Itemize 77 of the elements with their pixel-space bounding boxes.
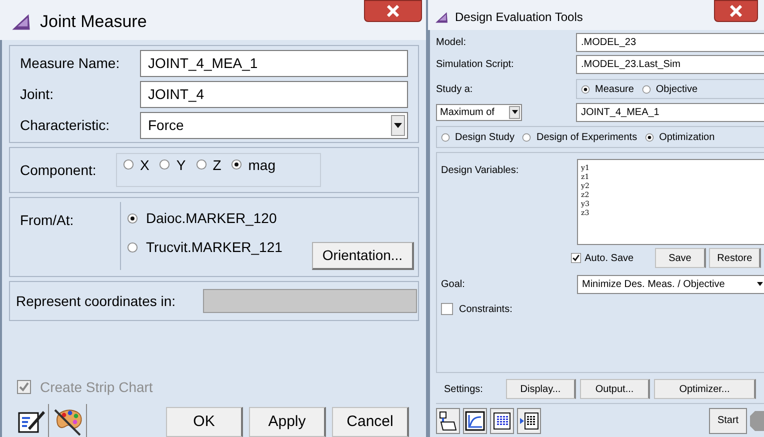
- field-label: Represent coordinates in:: [15, 292, 177, 311]
- stop-sign-icon: [750, 410, 764, 432]
- checkbox[interactable]: [570, 253, 581, 263]
- dialog-button[interactable]: Apply: [249, 407, 326, 437]
- radio-label: Daioc.MARKER_120: [146, 209, 277, 228]
- field-label: Component:: [19, 160, 98, 180]
- radio-button[interactable]: [123, 159, 134, 170]
- field-label: Design Variables:: [440, 164, 520, 178]
- toolbar-button[interactable]: Restore: [709, 248, 762, 268]
- coordinates-field[interactable]: [203, 289, 417, 313]
- radio-label: Design Study: [455, 130, 514, 144]
- field-label: Model:: [436, 36, 468, 50]
- radio-button[interactable]: [642, 84, 651, 94]
- close-button[interactable]: [364, 0, 422, 22]
- curve-plot-icon: [465, 410, 485, 430]
- radio-label: X: [140, 159, 150, 171]
- radio-label: Y: [176, 159, 186, 171]
- settings-button[interactable]: Output...: [580, 379, 650, 399]
- export-button[interactable]: [436, 408, 460, 434]
- dialog-button[interactable]: OK: [166, 407, 243, 437]
- grid-arrow-icon: [519, 412, 539, 430]
- radio-button[interactable]: [522, 132, 532, 142]
- radio-button[interactable]: [645, 132, 654, 142]
- radio-label: Optimization: [659, 130, 715, 144]
- close-icon: [730, 5, 742, 17]
- characteristic-dropdown[interactable]: Force: [140, 112, 408, 138]
- table-arrow-button[interactable]: [517, 408, 541, 434]
- radio-label: mag: [248, 159, 276, 171]
- close-button[interactable]: [714, 0, 758, 22]
- dropdown-arrow-icon: [757, 282, 763, 286]
- folder-arrow-icon: [438, 410, 458, 430]
- orientation-button[interactable]: Orientation...: [312, 242, 414, 270]
- settings-button[interactable]: Optimizer...: [654, 379, 756, 399]
- text-field[interactable]: .MODEL_23: [576, 32, 764, 52]
- radio-label: Objective: [656, 82, 698, 96]
- radio-button[interactable]: [441, 132, 450, 142]
- dropdown-arrow-icon: [512, 110, 518, 114]
- dropdown-arrow-icon: [394, 122, 402, 128]
- checkbox-label: Auto. Save: [584, 252, 634, 266]
- field-label: Settings:: [443, 382, 484, 396]
- toolbar-button[interactable]: Save: [654, 248, 706, 268]
- measure-field[interactable]: JOINT_4_MEA_1: [576, 102, 764, 122]
- start-button[interactable]: Start: [709, 408, 747, 434]
- text-field[interactable]: JOINT_4: [140, 80, 408, 108]
- goal-dropdown[interactable]: Minimize Des. Meas. / Objective: [577, 274, 764, 294]
- radio-label: Design of Experiments: [536, 130, 638, 144]
- field-label: From/At:: [19, 211, 75, 230]
- radio-button[interactable]: [581, 84, 590, 94]
- close-icon: [387, 5, 399, 17]
- radio-button[interactable]: [127, 213, 138, 224]
- window-title: Design Evaluation Tools: [455, 9, 583, 26]
- settings-button[interactable]: Display...: [506, 379, 576, 399]
- field-label: Study a:: [436, 82, 474, 96]
- radio-label: Measure: [595, 82, 634, 96]
- field-label: Goal:: [440, 278, 466, 292]
- checkbox-label: Create Strip Chart: [40, 378, 153, 397]
- study-mode-dropdown[interactable]: Maximum of: [436, 104, 522, 120]
- radio-button[interactable]: [127, 242, 138, 253]
- grid-icon: [493, 412, 511, 430]
- table-button[interactable]: [490, 408, 514, 434]
- dialog-button[interactable]: Cancel: [332, 407, 409, 437]
- radio-button[interactable]: [231, 159, 242, 170]
- window-title: Joint Measure: [40, 11, 147, 33]
- checkbox[interactable]: [441, 303, 453, 315]
- radio-label: Trucvit.MARKER_121: [146, 238, 282, 257]
- radio-button[interactable]: [159, 159, 170, 170]
- radio-label: Z: [212, 159, 222, 171]
- app-logo-icon: [434, 10, 449, 24]
- checkbox-label: Constraints:: [459, 302, 512, 316]
- field-label: Joint:: [19, 84, 54, 104]
- text-field[interactable]: .MODEL_23.Last_Sim: [576, 54, 764, 74]
- field-label: Simulation Script:: [436, 58, 515, 72]
- field-label: Measure Name:: [19, 54, 121, 72]
- text-field[interactable]: JOINT_4_MEA_1: [140, 50, 408, 76]
- field-label: Characteristic:: [19, 116, 110, 134]
- radio-button[interactable]: [196, 159, 207, 170]
- plot-button[interactable]: [463, 408, 487, 434]
